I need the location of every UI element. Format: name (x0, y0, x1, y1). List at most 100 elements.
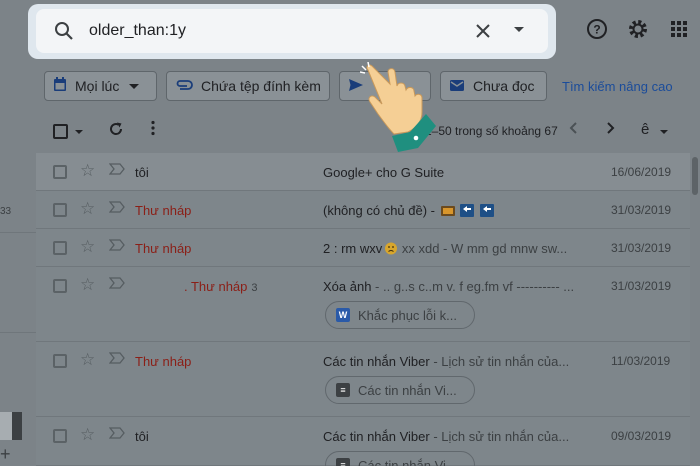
important-marker-icon[interactable] (108, 351, 125, 368)
row-subject: Các tin nhắn Viber - Lịch sử tin nhắn củ… (323, 354, 603, 369)
row-checkbox[interactable] (53, 429, 67, 443)
email-row[interactable]: ☆ . Thư nháp 3 Xóa ảnh - .. g..s c..m v. … (36, 267, 690, 342)
email-row[interactable]: ☆ Thư nháp (không có chủ đề) - 31/03/201… (36, 191, 690, 229)
row-snippet: - Lịch sử tin nhắn của... (429, 429, 570, 444)
row-date: 31/03/2019 (611, 203, 672, 217)
email-row[interactable]: ☆ Thư nháp 2 : rm wxv xx xdd - W mm gd m… (36, 229, 690, 267)
sidebar: 33 + (0, 62, 36, 466)
fire-emoji-icon (440, 206, 455, 216)
help-icon[interactable]: ? (586, 18, 608, 45)
row-sender: . Thư nháp 3 (184, 279, 258, 294)
apps-grid-icon[interactable] (670, 18, 688, 43)
email-row[interactable]: ☆ tôi Google+ cho G Suite 16/06/2019 (36, 153, 690, 191)
filter-unread-label: Chưa đọc (473, 78, 535, 94)
attachment-chip[interactable]: ≡ Các tin nhắn Vi... (325, 376, 475, 404)
back-emoji-icon (460, 204, 475, 217)
attachment-chip[interactable]: W Khắc phục lỗi k... (325, 301, 475, 329)
select-options-chevron-icon[interactable] (75, 130, 83, 134)
star-icon[interactable]: ☆ (80, 425, 95, 445)
attachment-name: Các tin nhắn Vi... (358, 457, 457, 466)
email-row[interactable]: ☆ Thư nháp Các tin nhắn Viber - Lịch sử … (36, 342, 690, 417)
gear-icon[interactable] (627, 18, 649, 45)
row-sender: Thư nháp (135, 354, 192, 369)
document-icon: ≡ (336, 458, 350, 466)
row-checkbox[interactable] (53, 279, 67, 293)
row-subject-text: 2 : rm wxv (323, 241, 383, 256)
important-marker-icon[interactable] (108, 238, 125, 255)
sidebar-item-indicator (12, 412, 22, 440)
attachment-name: Khắc phục lỗi k... (358, 307, 457, 323)
important-marker-icon[interactable] (108, 200, 125, 217)
document-icon: ≡ (336, 383, 350, 397)
sad-face-emoji-icon (385, 242, 398, 255)
svg-text:?: ? (593, 23, 600, 37)
row-subject-text: Các tin nhắn Viber (323, 429, 430, 444)
search-input[interactable]: older_than:1y (89, 22, 186, 40)
row-sender: tôi (135, 165, 149, 180)
star-icon[interactable]: ☆ (80, 199, 95, 219)
row-subject: 2 : rm wxv xx xdd - W mm gd mnw sw... (323, 241, 603, 256)
row-date: 16/06/2019 (611, 165, 672, 179)
important-marker-icon[interactable] (108, 162, 125, 179)
star-icon[interactable]: ☆ (80, 350, 95, 370)
row-sender: tôi (135, 429, 149, 444)
row-subject: Google+ cho G Suite (323, 165, 603, 180)
row-date: 11/03/2019 (611, 354, 671, 368)
star-icon[interactable]: ☆ (80, 237, 95, 257)
back-emoji-icon (479, 204, 494, 217)
sidebar-divider (0, 232, 36, 233)
add-label-button[interactable]: + (0, 444, 11, 465)
filter-time-label: Mọi lúc (75, 78, 120, 94)
filter-attachment-label: Chứa tệp đính kèm (201, 78, 321, 94)
row-checkbox[interactable] (53, 241, 67, 255)
close-icon[interactable] (473, 19, 493, 47)
sidebar-divider (0, 332, 36, 333)
word-doc-icon: W (336, 308, 350, 322)
next-page-chevron-icon[interactable] (606, 121, 616, 138)
attachment-chip[interactable]: ≡ Các tin nhắn Vi... (325, 451, 475, 466)
chevron-down-icon[interactable] (660, 130, 668, 134)
chevron-down-icon[interactable] (514, 27, 524, 32)
row-snippet: xx xdd - W mm gd mnw sw... (398, 241, 568, 256)
prev-page-chevron-icon[interactable] (568, 121, 578, 138)
select-all-checkbox[interactable] (53, 124, 68, 139)
row-snippet: - .. g..s c..m v. f eg.fm vf ---------- … (371, 279, 575, 294)
row-date: 31/03/2019 (611, 241, 672, 255)
row-sender: Thư nháp (135, 241, 192, 256)
filter-unread-chip[interactable]: Chưa đọc (440, 71, 547, 101)
important-marker-icon[interactable] (108, 276, 125, 293)
more-options-icon[interactable] (150, 120, 156, 141)
star-icon[interactable]: ☆ (80, 161, 95, 181)
row-date: 31/03/2019 (611, 279, 672, 293)
email-row[interactable]: ☆ tôi Các tin nhắn Viber - Lịch sử tin n… (36, 417, 690, 466)
row-sender-text: . Thư nháp (184, 279, 248, 294)
chevron-down-icon (129, 83, 140, 89)
attachment-icon (175, 78, 193, 94)
search-icon[interactable] (54, 21, 74, 46)
row-checkbox[interactable] (53, 203, 67, 217)
pagination-text: 1–50 trong số khoảng 67 (425, 124, 558, 138)
row-subject-text: Google+ cho G Suite (323, 165, 445, 180)
filter-time-chip[interactable]: Mọi lúc (44, 71, 157, 101)
refresh-icon[interactable] (108, 121, 124, 142)
input-tools-button[interactable]: ê (641, 121, 649, 138)
attachment-name: Các tin nhắn Vi... (358, 382, 457, 398)
filter-attachment-chip[interactable]: Chứa tệp đính kèm (166, 71, 330, 101)
scrollbar-track[interactable] (691, 153, 700, 466)
star-icon[interactable]: ☆ (80, 275, 95, 295)
thread-count: 3 (251, 282, 258, 294)
advanced-search-link[interactable]: Tìm kiếm nâng cao (562, 79, 673, 94)
important-marker-icon[interactable] (108, 426, 125, 443)
row-subject: (không có chủ đề) - (323, 203, 603, 218)
calendar-icon (53, 77, 67, 95)
search-bar[interactable]: older_than:1y (36, 9, 548, 53)
sidebar-count: 33 (0, 206, 12, 217)
scrollbar-thumb[interactable] (692, 157, 698, 195)
row-snippet: - Lịch sử tin nhắn của... (429, 354, 570, 369)
row-checkbox[interactable] (53, 354, 67, 368)
row-subject: Xóa ảnh - .. g..s c..m v. f eg.fm vf ---… (323, 279, 603, 294)
row-checkbox[interactable] (53, 165, 67, 179)
row-subject-text: Xóa ảnh (323, 279, 372, 294)
mail-icon (449, 78, 465, 95)
row-date: 09/03/2019 (611, 429, 672, 443)
